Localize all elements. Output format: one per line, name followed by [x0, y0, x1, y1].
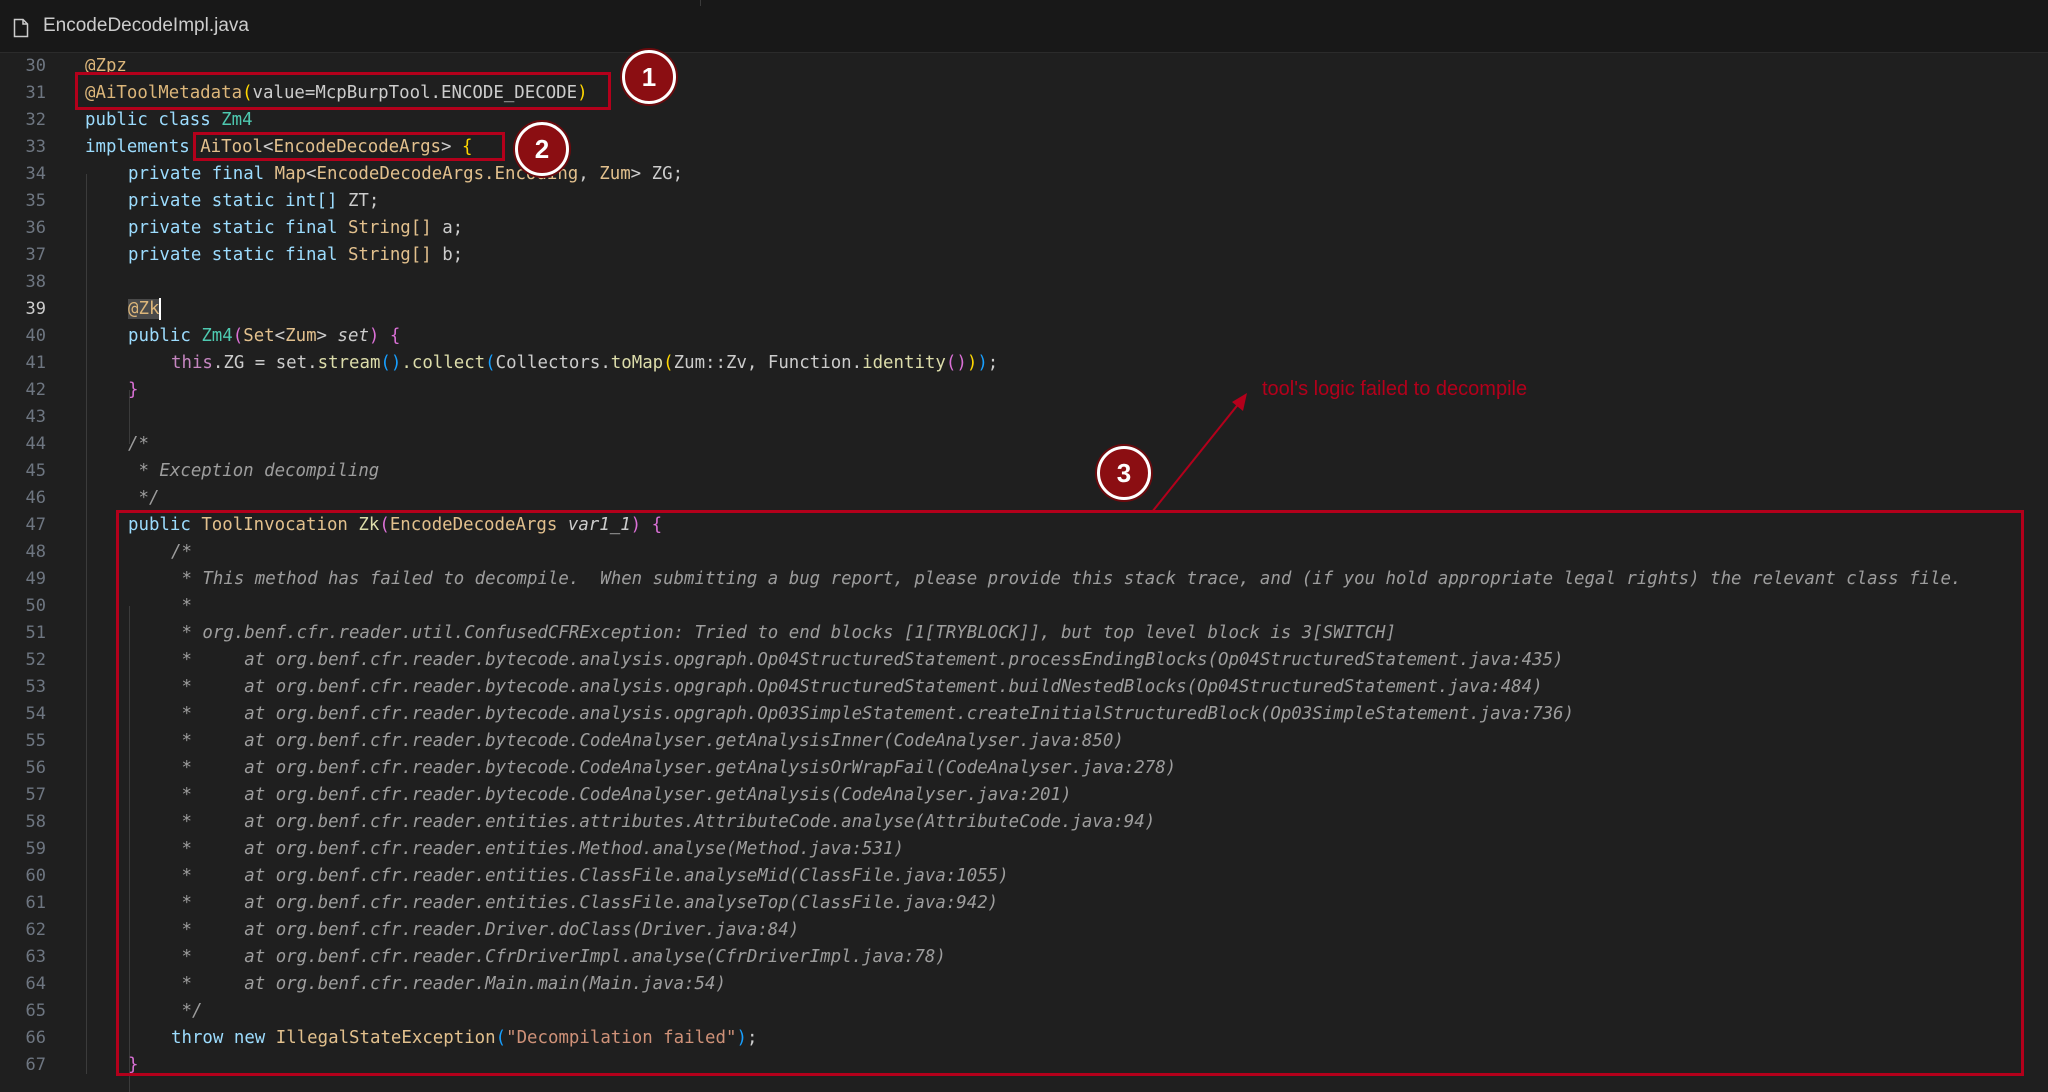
- line-number: 51: [25, 623, 46, 643]
- code-line-40: public Zm4(Set<Zum> set) {: [128, 326, 401, 346]
- line-number: 55: [25, 731, 46, 751]
- line-number: 66: [25, 1028, 46, 1048]
- line-number: 54: [25, 704, 46, 724]
- badge-2: 2: [515, 122, 569, 176]
- line-number: 59: [25, 839, 46, 859]
- code-line-45: * Exception decompiling: [128, 461, 380, 481]
- line-number: 50: [25, 596, 46, 616]
- line-number: 33: [25, 137, 46, 157]
- line-number: 56: [25, 758, 46, 778]
- line-number: 57: [25, 785, 46, 805]
- line-number: 60: [25, 866, 46, 886]
- tab-filename: EncodeDecodeImpl.java: [43, 15, 249, 36]
- badge-1: 1: [622, 50, 676, 104]
- line-number: 49: [25, 569, 46, 589]
- code-line-46: */: [128, 488, 160, 508]
- line-number: 30: [25, 56, 46, 76]
- line-number: 44: [25, 434, 46, 454]
- line-number: 39: [25, 299, 46, 319]
- editor-tab[interactable]: EncodeDecodeImpl.java: [0, 0, 700, 52]
- line-number: 61: [25, 893, 46, 913]
- line-number: 32: [25, 110, 46, 130]
- line-number: 48: [25, 542, 46, 562]
- line-number: 36: [25, 218, 46, 238]
- code-line-41: this.ZG = set.stream().collect(Collector…: [171, 353, 999, 373]
- highlight-box-3: [116, 510, 2024, 1076]
- line-number: 35: [25, 191, 46, 211]
- line-number: 58: [25, 812, 46, 832]
- highlight-box-2: [193, 132, 505, 161]
- annotation-note: tool's logic failed to decompile: [1262, 378, 1528, 400]
- highlight-box-1: [75, 72, 611, 110]
- line-number: 31: [25, 83, 46, 103]
- line-number: 62: [25, 920, 46, 940]
- line-number: 47: [25, 515, 46, 535]
- line-number: 40: [25, 326, 46, 346]
- line-number: 34: [25, 164, 46, 184]
- code-line-36: private static final String[] a;: [128, 218, 464, 238]
- file-icon: [13, 18, 29, 38]
- code-line-44: /*: [128, 434, 149, 454]
- line-number: 67: [25, 1055, 46, 1075]
- line-number: 52: [25, 650, 46, 670]
- line-number: 42: [25, 380, 46, 400]
- line-number: 38: [25, 272, 46, 292]
- line-number: 65: [25, 1001, 46, 1021]
- code-line-37: private static final String[] b;: [128, 245, 464, 265]
- tab-divider: [700, 0, 701, 6]
- code-line-34: private final Map<EncodeDecodeArgs.Encod…: [128, 164, 684, 184]
- line-number: 53: [25, 677, 46, 697]
- code-line-42: }: [128, 380, 139, 400]
- line-number: 43: [25, 407, 46, 427]
- line-number: 63: [25, 947, 46, 967]
- line-number: 45: [25, 461, 46, 481]
- code-line-32: public class Zm4: [85, 110, 253, 130]
- code-line-39: @Zk: [128, 298, 162, 320]
- editor-tab-bar: EncodeDecodeImpl.java: [0, 0, 2048, 53]
- line-number: 37: [25, 245, 46, 265]
- line-number: 41: [25, 353, 46, 373]
- line-number: 46: [25, 488, 46, 508]
- code-line-35: private static int[] ZT;: [128, 191, 380, 211]
- text-cursor: [159, 298, 162, 320]
- badge-3: 3: [1097, 446, 1151, 500]
- line-number: 64: [25, 974, 46, 994]
- indent-guide: [86, 174, 87, 1074]
